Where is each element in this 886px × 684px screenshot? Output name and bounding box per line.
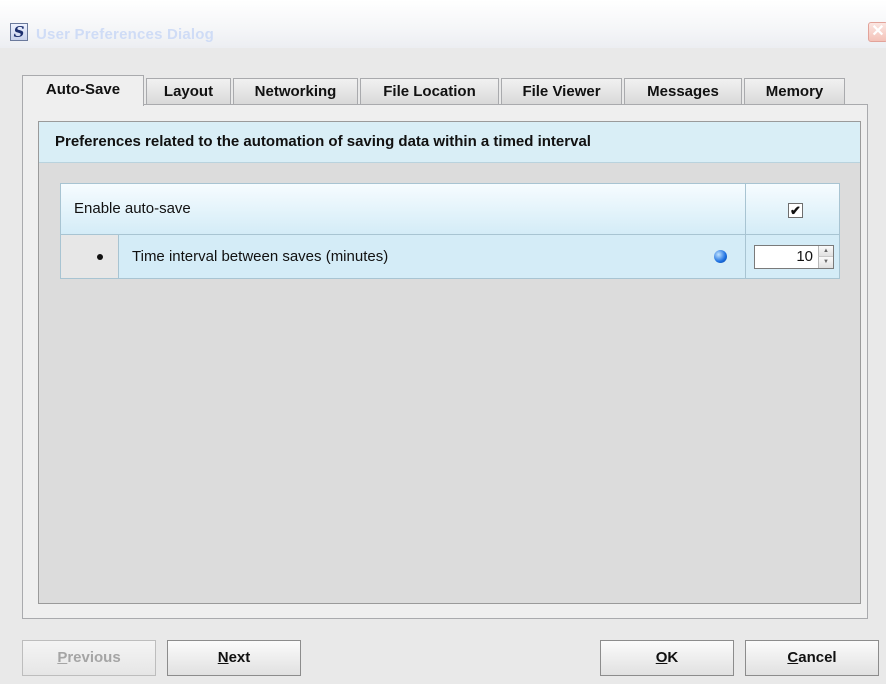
enable-auto-save-label: Enable auto-save <box>74 200 191 217</box>
spinner-up-arrow-icon[interactable]: ▲ <box>818 246 833 257</box>
tab-memory[interactable]: Memory <box>744 78 845 105</box>
ok-label: K <box>667 649 679 666</box>
app-logo-icon: S <box>10 23 28 41</box>
spinner-down-arrow-icon[interactable]: ▼ <box>818 257 833 268</box>
close-button[interactable]: ✕ <box>868 22 886 42</box>
previous-label: revious <box>67 649 121 666</box>
pref-row-time-interval: Time interval between saves (minutes) 10… <box>60 235 840 279</box>
previous-mnemonic: P <box>57 649 68 666</box>
blue-dot-icon <box>714 250 727 263</box>
column-divider <box>745 184 746 234</box>
tab-panel-auto-save: Preferences related to the automation of… <box>22 104 868 619</box>
previous-button[interactable]: Previous <box>22 640 156 676</box>
next-label: ext <box>228 649 251 666</box>
tab-file-location[interactable]: File Location <box>360 78 499 105</box>
ok-mnemonic: O <box>655 649 668 666</box>
tab-file-viewer[interactable]: File Viewer <box>501 78 622 105</box>
cancel-button[interactable]: Cancel <box>745 640 879 676</box>
tab-messages[interactable]: Messages <box>624 78 742 105</box>
enable-auto-save-checkbox[interactable]: ✔ <box>788 203 803 218</box>
spinner-value[interactable]: 10 <box>796 246 813 268</box>
close-icon: ✕ <box>871 23 885 40</box>
cancel-label: ancel <box>798 649 837 666</box>
window-title: User Preferences Dialog <box>36 26 215 43</box>
time-interval-spinner[interactable]: 10 ▲ ▼ <box>754 245 834 269</box>
pref-row-enable-auto-save: Enable auto-save ✔ <box>60 183 840 235</box>
time-interval-label: Time interval between saves (minutes) <box>132 248 389 265</box>
tab-networking[interactable]: Networking <box>233 78 358 105</box>
tab-layout[interactable]: Layout <box>146 78 231 105</box>
ok-button[interactable]: OK <box>600 640 734 676</box>
next-button[interactable]: Next <box>167 640 301 676</box>
bullet-icon <box>97 254 103 260</box>
column-divider <box>745 235 746 278</box>
preferences-panel: Preferences related to the automation of… <box>38 121 861 604</box>
tab-auto-save[interactable]: Auto-Save <box>22 75 144 106</box>
panel-heading: Preferences related to the automation of… <box>39 122 860 163</box>
cancel-mnemonic: C <box>787 649 799 666</box>
title-bar: S User Preferences Dialog ✕ <box>0 0 886 48</box>
next-mnemonic: N <box>217 649 229 666</box>
bullet-cell <box>61 235 119 278</box>
